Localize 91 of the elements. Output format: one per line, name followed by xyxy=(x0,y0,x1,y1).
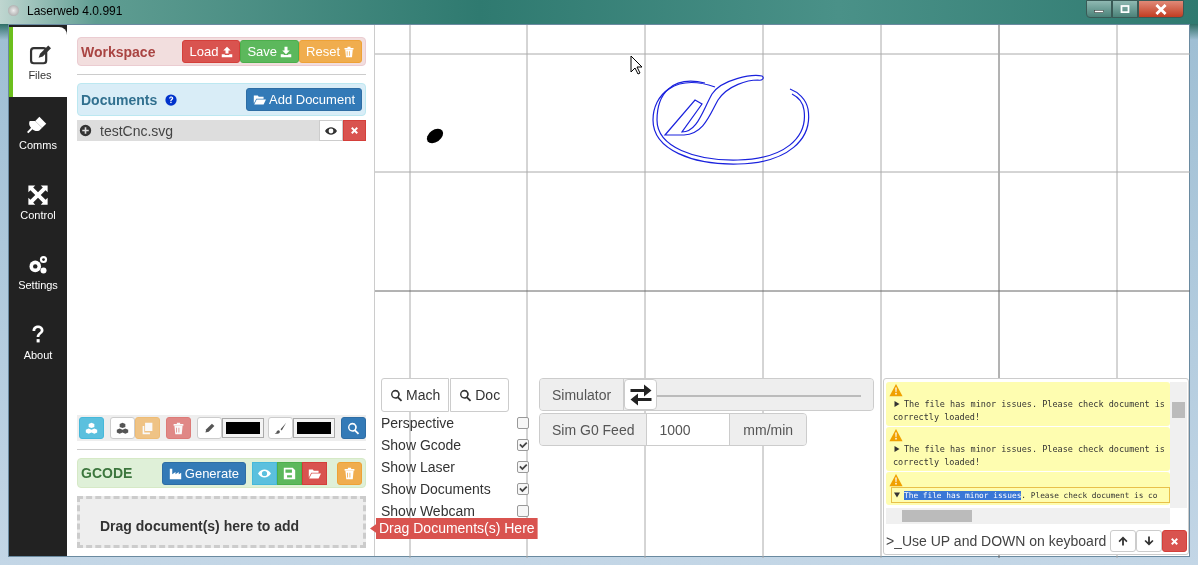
search-icon xyxy=(459,388,473,402)
panel-title: Workspace xyxy=(81,43,156,60)
search-button[interactable] xyxy=(341,417,366,439)
app-icon xyxy=(8,5,19,16)
checkbox[interactable] xyxy=(517,483,529,495)
prompt: >_ xyxy=(886,533,902,549)
expand-icon xyxy=(79,124,92,137)
maximize-button[interactable] xyxy=(1112,0,1138,18)
document-row[interactable]: testCnc.svg xyxy=(77,120,366,141)
feed-input[interactable]: 1000 xyxy=(646,414,731,445)
drop-hint: Drag document(s) here to add xyxy=(100,518,300,534)
arrow-up-icon xyxy=(1117,535,1129,547)
arrow-down-icon xyxy=(1143,535,1155,547)
option-label: Show Laser xyxy=(381,459,455,475)
drop-zone[interactable]: Drag document(s) here to add xyxy=(77,496,366,548)
checkbox[interactable] xyxy=(517,461,529,473)
close-button[interactable] xyxy=(1138,0,1184,18)
option-label: Show Webcam xyxy=(381,503,475,519)
oval-shape xyxy=(426,128,444,144)
help-icon xyxy=(165,93,178,106)
panel-title: Documents xyxy=(81,91,158,108)
remove-button[interactable] xyxy=(343,120,366,141)
folder-icon xyxy=(253,93,266,106)
folder-icon xyxy=(308,466,321,480)
sidebar-tab[interactable]: Control xyxy=(9,167,67,237)
trash-icon xyxy=(172,421,185,435)
open-button[interactable] xyxy=(302,461,327,485)
trash-icon xyxy=(343,466,356,480)
cubes-icon xyxy=(116,421,129,435)
document-name: testCnc.svg xyxy=(100,122,174,139)
floppy-icon xyxy=(283,466,296,480)
sidebar-tab[interactable]: Files xyxy=(9,27,67,97)
checkbox[interactable] xyxy=(517,417,529,429)
close-icon xyxy=(1169,535,1180,547)
eye-icon xyxy=(325,124,337,137)
warning-icon xyxy=(889,428,903,442)
check-icon xyxy=(518,462,528,472)
drop-tooltip: Drag Documents(s) Here xyxy=(370,518,538,539)
brush-button[interactable] xyxy=(268,417,293,439)
cubes-icon xyxy=(85,421,98,435)
generate-button[interactable]: Generate xyxy=(161,461,246,485)
trash-icon xyxy=(343,45,355,58)
view-button[interactable]: Doc xyxy=(450,378,510,412)
search-icon xyxy=(390,388,403,402)
scrollbar[interactable] xyxy=(886,508,1170,524)
pencil-button[interactable] xyxy=(197,417,222,439)
visibility-button[interactable] xyxy=(319,120,343,141)
checkbox[interactable] xyxy=(517,439,529,451)
sidebar-tab[interactable]: About xyxy=(9,307,67,377)
collapse-icon xyxy=(893,491,901,499)
warning-icon xyxy=(889,473,903,487)
cubes-button[interactable] xyxy=(110,417,135,439)
download-icon xyxy=(280,45,293,58)
pencil-icon xyxy=(203,421,216,435)
history-up-button[interactable] xyxy=(1110,530,1136,552)
arrows-icon xyxy=(27,183,49,206)
load-button[interactable]: Load xyxy=(182,40,241,63)
check-icon xyxy=(518,440,528,450)
scrollbar[interactable] xyxy=(1170,382,1187,508)
cursor-icon xyxy=(630,55,643,75)
factory-icon xyxy=(168,466,182,480)
option-label: Perspective xyxy=(381,415,455,431)
close-icon xyxy=(1153,3,1169,15)
view-button[interactable]: Mach xyxy=(381,378,450,412)
panel-title: GCODE xyxy=(81,465,133,481)
sidebar-tab[interactable]: Settings xyxy=(9,237,67,307)
gears-icon xyxy=(27,253,49,276)
history-down-button[interactable] xyxy=(1136,530,1162,552)
sidebar-tab[interactable]: Comms xyxy=(9,97,67,167)
close-icon xyxy=(349,125,360,136)
swap-icon xyxy=(628,382,653,407)
expand-icon xyxy=(893,445,901,453)
warning-icon xyxy=(889,383,903,397)
simulator-slider[interactable] xyxy=(623,379,873,410)
maximize-icon xyxy=(1118,4,1132,14)
expand-icon xyxy=(893,400,901,408)
check-icon xyxy=(518,484,528,494)
slider-thumb[interactable] xyxy=(624,379,658,410)
eye-icon xyxy=(258,466,271,480)
search-icon xyxy=(347,421,360,435)
minimize-button[interactable] xyxy=(1086,0,1112,18)
checkbox[interactable] xyxy=(517,505,529,517)
edit-icon xyxy=(29,43,51,66)
option-label: Show Gcode xyxy=(381,437,462,453)
option-label: Show Documents xyxy=(381,481,491,497)
save-button[interactable] xyxy=(277,461,302,485)
copy-icon xyxy=(141,421,154,435)
add-document-button[interactable]: Add Document xyxy=(246,88,362,111)
window-title: Laserweb 4.0.991 xyxy=(27,4,123,18)
upload-icon xyxy=(221,45,234,58)
clear-button[interactable] xyxy=(1162,530,1187,552)
